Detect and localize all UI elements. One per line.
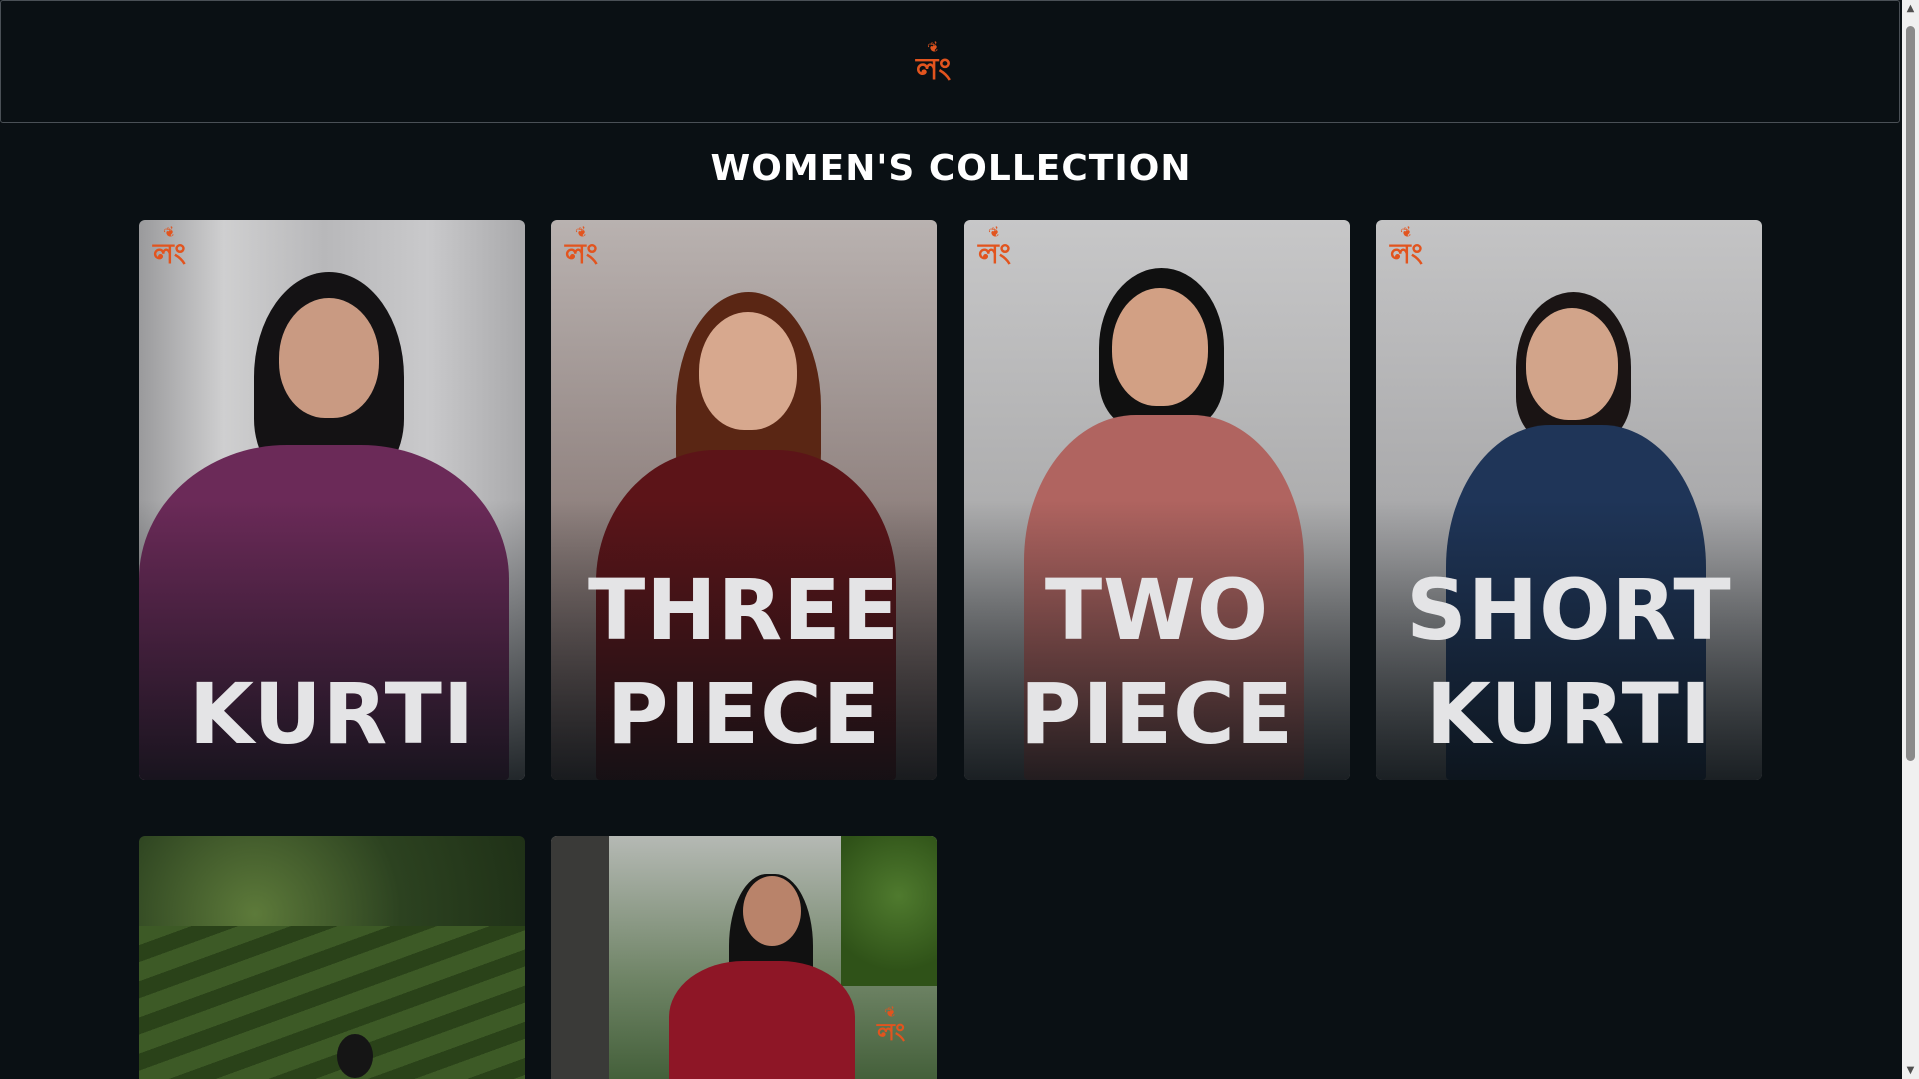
category-label-line1: Short: [1406, 561, 1732, 659]
brand-logo-text: লং: [978, 237, 1011, 270]
model-figure: [337, 1034, 373, 1078]
brand-logo: ❦ লং: [565, 223, 598, 270]
brand-logo: ❦ লং: [1390, 223, 1423, 270]
brand-logo-text: লং: [153, 237, 186, 270]
category-label-line1: Three: [587, 561, 901, 659]
scrollbar-thumb[interactable]: [1906, 26, 1915, 761]
category-label: Kurti: [139, 662, 525, 766]
brand-logo: ❦ লং: [978, 223, 1011, 270]
category-card-three-piece[interactable]: ❦ লং Three Piece: [551, 220, 937, 780]
model-outfit: [669, 961, 855, 1079]
pillar: [551, 836, 609, 1079]
tree-foliage: [841, 836, 937, 986]
category-label-line2: Kurti: [188, 665, 476, 763]
category-label-line2: Piece: [606, 665, 882, 763]
brand-logo: ❦ লং: [153, 223, 186, 270]
category-label-line2: Piece: [1019, 665, 1295, 763]
scroll-up-arrow-icon[interactable]: ▲: [1902, 0, 1919, 17]
category-card-kurti[interactable]: ❦ লং Kurti: [139, 220, 525, 780]
brand-logo-text: লং: [916, 52, 952, 87]
brand-logo-text: লং: [877, 1018, 906, 1046]
category-label: Three Piece: [551, 558, 937, 766]
scroll-down-arrow-icon[interactable]: ▼: [1902, 1062, 1919, 1079]
category-card-short-kurti[interactable]: ❦ লং Short Kurti: [1376, 220, 1762, 780]
model-face: [743, 876, 801, 946]
brand-logo-text: লং: [1390, 237, 1423, 270]
category-card-two-piece[interactable]: ❦ লং Two Piece: [964, 220, 1350, 780]
brand-logo-text: লং: [565, 237, 598, 270]
vertical-scrollbar[interactable]: ▲ ▼: [1902, 0, 1919, 1079]
site-header: ❦ লং: [0, 0, 1900, 123]
tea-garden-foliage: [139, 926, 525, 1079]
category-card-lower-1[interactable]: [139, 836, 525, 1079]
category-label-line2: Kurti: [1425, 665, 1713, 763]
brand-logo: ❦ লং: [877, 1003, 906, 1046]
category-label: Short Kurti: [1376, 558, 1762, 766]
category-label-line1: Two: [1044, 561, 1270, 659]
brand-logo[interactable]: ❦ লং: [916, 38, 952, 87]
page-title: Women's Collection: [710, 148, 1192, 189]
page: ❦ লং Women's Collection ❦ লং Kurti: [0, 0, 1902, 1079]
category-card-lower-2[interactable]: ❦ লং: [551, 836, 937, 1079]
category-label: Two Piece: [964, 558, 1350, 766]
